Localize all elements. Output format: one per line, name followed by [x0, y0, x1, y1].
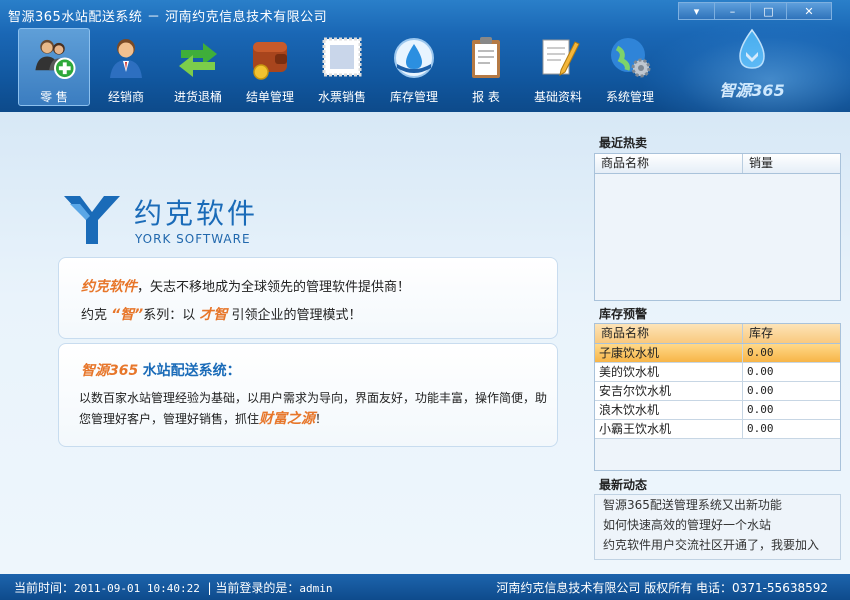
toolbar-label: 库存管理	[389, 90, 438, 104]
product-description: 以数百家水站管理经验为基础，以用户需求为导向，界面友好，功能丰富，操作简便，助您…	[79, 388, 549, 430]
toolbar-stock-return-button[interactable]: 进货退桶	[162, 28, 234, 106]
stock-cell: 0.00	[747, 346, 774, 359]
stock-alert-grid[interactable]: 商品名称 库存 子康饮水机 0.00 美的饮水机 0.00 安吉尔饮水机 0.0…	[594, 323, 841, 471]
slogan-mid: 系列：以	[143, 308, 196, 323]
product-title-text: 水站配送系统：	[142, 363, 241, 379]
toolbar-label: 报 表	[472, 90, 500, 104]
toolbar-label: 结单管理	[245, 90, 294, 104]
slogan-quote: “智”	[111, 307, 144, 323]
product-title: 智源365 水站配送系统：	[81, 360, 241, 380]
window-title: 智源365水站配送系统 － 河南约克信息技术有限公司	[8, 10, 328, 25]
toolbar-label: 系统管理	[605, 90, 654, 104]
slogan-highlight: 约克软件	[81, 279, 137, 295]
product-name-cell: 安吉尔饮水机	[595, 382, 743, 400]
copyright-text: 河南约克信息技术有限公司 版权所有 电话：0371-55638592	[496, 581, 828, 595]
product-description-end: ！	[315, 412, 328, 426]
slogan-card: 约克软件，矢志不移地成为全球领先的管理软件提供商！ 约克 “智”系列：以 才智 …	[58, 257, 558, 339]
toolbar-dealer-button[interactable]: 经销商	[90, 28, 162, 106]
product-name-cell: 小霸王饮水机	[595, 420, 743, 438]
product-intro-card: 智源365 水站配送系统： 以数百家水站管理经验为基础，以用户需求为导向，界面友…	[58, 343, 558, 447]
slogan-line-1: 约克软件，矢志不移地成为全球领先的管理软件提供商！	[81, 276, 410, 296]
toolbar-system-button[interactable]: 系统管理	[594, 28, 666, 106]
news-title: 最新动态	[599, 478, 648, 492]
table-row[interactable]: 子康饮水机 0.00	[595, 344, 840, 363]
window-controls: ▾ – □ ✕	[678, 2, 832, 20]
stamp-ticket-icon	[322, 37, 362, 77]
news-link[interactable]: 约克软件用户交流社区开通了，我要加入	[595, 535, 840, 555]
close-button[interactable]: ✕	[786, 2, 832, 20]
column-header-name[interactable]: 商品名称	[595, 324, 743, 343]
stock-alert-title: 库存预警	[599, 307, 648, 321]
toolbar-label: 基础资料	[533, 90, 582, 104]
slogan-prefix: 约克	[81, 308, 108, 323]
slogan-line-2: 约克 “智”系列：以 才智 引领企业的管理模式！	[81, 304, 362, 324]
notepad-pencil-icon	[542, 39, 580, 77]
toolbar-label: 零 售	[40, 90, 68, 104]
news-link[interactable]: 智源365配送管理系统又出新功能	[595, 495, 840, 515]
slogan-text: ，矢志不移地成为全球领先的管理软件提供商！	[137, 280, 411, 295]
product-name-cell: 美的饮水机	[595, 363, 743, 381]
time-value: 2011-09-01 10:40:22	[74, 582, 200, 595]
table-row[interactable]: 美的饮水机 0.00	[595, 363, 840, 382]
product-name: 智源365	[81, 363, 139, 379]
product-description-highlight: 财富之源	[259, 411, 316, 427]
brand-name: 智源365	[719, 81, 785, 100]
toolbar-inventory-button[interactable]: 库存管理	[378, 28, 450, 106]
grid-header: 商品名称 销量	[595, 154, 840, 174]
table-row[interactable]: 小霸王饮水机 0.00	[595, 420, 840, 439]
stock-cell: 0.00	[747, 403, 774, 416]
main-area: 约克软件 YORK SOFTWARE 约克软件，矢志不移地成为全球领先的管理软件…	[0, 112, 850, 574]
column-header-name[interactable]: 商品名称	[595, 154, 743, 173]
welcome-panel: 约克软件 YORK SOFTWARE 约克软件，矢志不移地成为全球领先的管理软件…	[0, 112, 582, 574]
toolbar-billing-button[interactable]: 结单管理	[234, 28, 306, 106]
grid-header: 商品名称 库存	[595, 324, 840, 344]
news-list: 智源365配送管理系统又出新功能 如何快速高效的管理好一个水站 约克软件用户交流…	[594, 494, 841, 560]
column-header-stock[interactable]: 库存	[743, 324, 840, 343]
toolbar-label: 水票销售	[317, 90, 366, 104]
water-drop-logo-icon	[739, 28, 765, 69]
toolbar-base-data-button[interactable]: 基础资料	[522, 28, 594, 106]
toolbar-ticket-sales-button[interactable]: 水票销售	[306, 28, 378, 106]
login-label: 当前登录的是：	[215, 581, 300, 595]
york-logo-icon	[64, 196, 120, 244]
globe-gear-icon	[611, 38, 651, 78]
column-header-sales[interactable]: 销量	[743, 154, 840, 173]
status-separator: |	[207, 581, 212, 595]
main-toolbar: 零 售 经销商 进货退桶 结单管理 水票销售 库存管理 报 表 基础资料 系统管…	[18, 28, 666, 106]
app-header: 智源365水站配送系统 － 河南约克信息技术有限公司 ▾ – □ ✕ 零 售 经…	[0, 0, 850, 112]
table-row[interactable]: 安吉尔饮水机 0.00	[595, 382, 840, 401]
dealer-person-icon	[110, 39, 142, 78]
time-label: 当前时间：	[14, 581, 75, 595]
status-bar: 当前时间：2011-09-01 10:40:22 | 当前登录的是：admin …	[0, 574, 850, 600]
toolbar-label: 经销商	[107, 90, 144, 104]
wallet-coin-icon	[253, 42, 287, 80]
login-user: admin	[299, 582, 333, 595]
toolbar-retail-button[interactable]: 零 售	[18, 28, 90, 106]
table-row[interactable]: 浪木饮水机 0.00	[595, 401, 840, 420]
news-link[interactable]: 如何快速高效的管理好一个水站	[595, 515, 840, 535]
hot-sales-grid[interactable]: 商品名称 销量	[594, 153, 841, 301]
stock-cell: 0.00	[747, 384, 774, 397]
stock-cell: 0.00	[747, 365, 774, 378]
product-name-cell: 浪木饮水机	[595, 401, 743, 419]
side-panels: 最近热卖 商品名称 销量 库存预警 商品名称 库存 子康饮水机 0.00 美的饮…	[588, 112, 850, 574]
status-left: 当前时间：2011-09-01 10:40:22 | 当前登录的是：admin	[14, 579, 333, 596]
maximize-button[interactable]: □	[750, 2, 787, 20]
company-name-en: YORK SOFTWARE	[135, 232, 251, 246]
slogan-highlight-2: 才智	[199, 307, 228, 323]
stock-cell: 0.00	[747, 422, 774, 435]
retail-user-add-icon	[35, 39, 76, 80]
window-menu-button[interactable]: ▾	[678, 2, 715, 20]
exchange-arrows-icon	[179, 43, 217, 77]
water-drop-globe-icon	[394, 38, 434, 78]
brand-logo: 智源365	[712, 28, 792, 108]
company-name-cn: 约克软件	[134, 197, 259, 230]
product-name-cell: 子康饮水机	[595, 344, 743, 362]
toolbar-report-button[interactable]: 报 表	[450, 28, 522, 106]
slogan-suffix: 引领企业的管理模式！	[231, 308, 362, 323]
minimize-button[interactable]: –	[714, 2, 751, 20]
hot-sales-title: 最近热卖	[599, 136, 648, 150]
clipboard-report-icon	[472, 37, 500, 78]
toolbar-label: 进货退桶	[173, 90, 222, 104]
